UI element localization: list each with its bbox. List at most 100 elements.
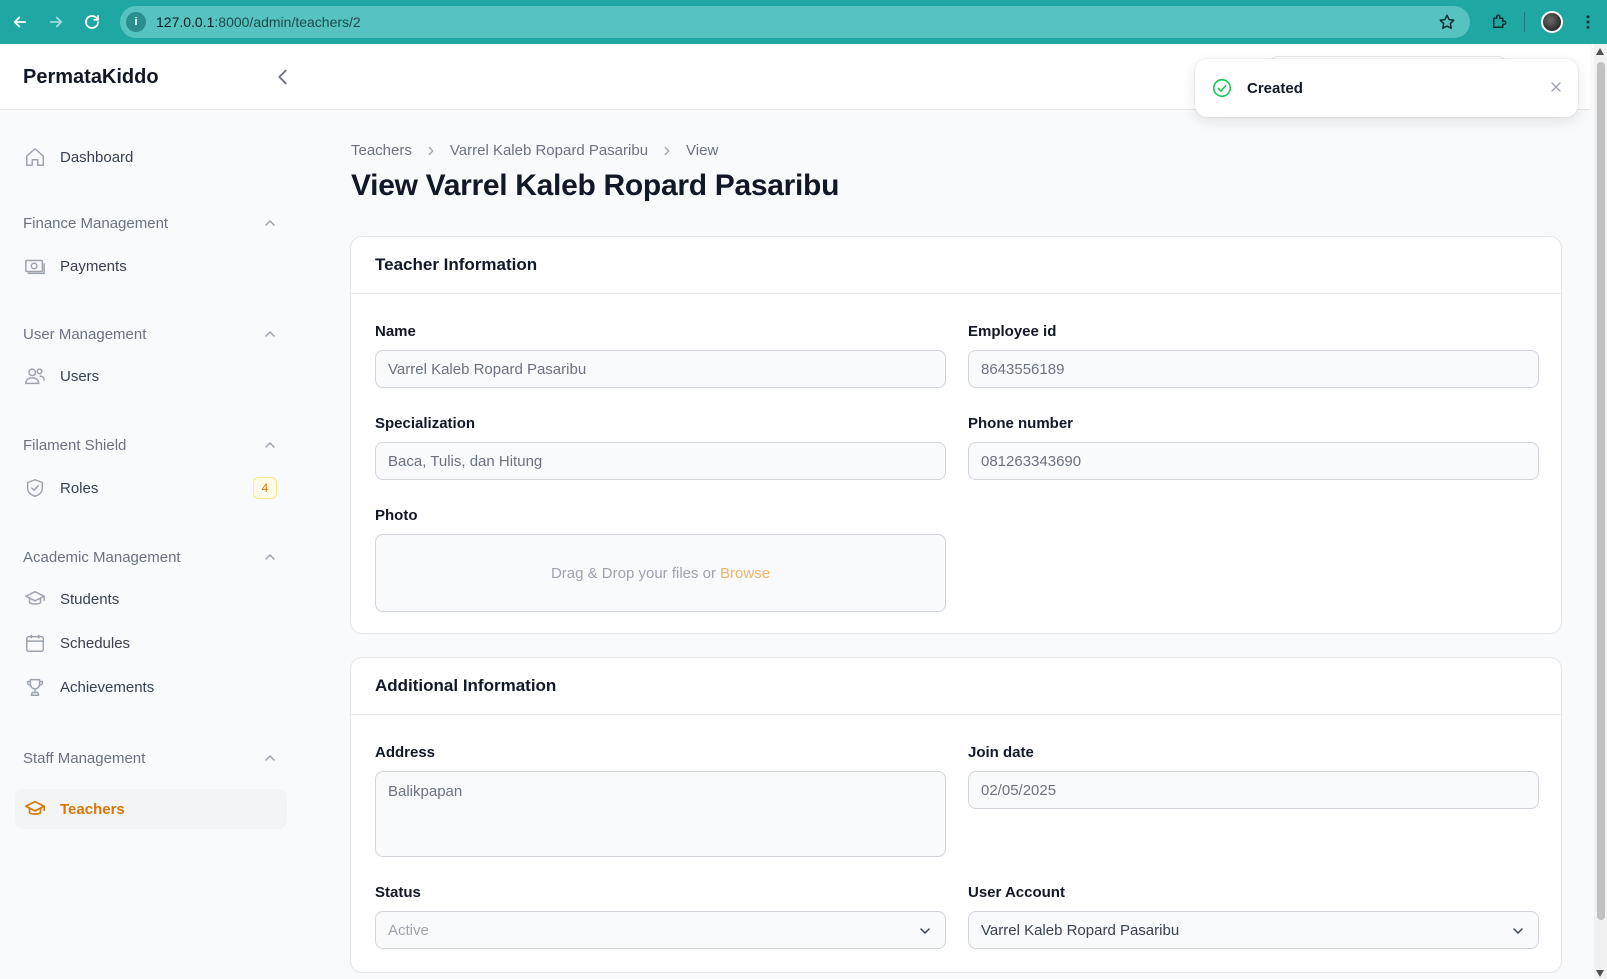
chevron-up-icon[interactable] bbox=[262, 326, 278, 342]
user-account-label: User Account bbox=[968, 884, 1065, 901]
status-select[interactable]: Active bbox=[375, 911, 946, 949]
chevron-down-icon bbox=[1513, 928, 1523, 934]
specialization-label: Specialization bbox=[375, 415, 476, 432]
user-account-value: Varrel Kaleb Ropard Pasaribu bbox=[981, 921, 1180, 939]
specialization-field[interactable]: Baca, Tulis, dan Hitung bbox=[375, 442, 946, 480]
site-info-icon[interactable]: i bbox=[126, 12, 146, 32]
sidebar-item-label: Users bbox=[60, 367, 100, 385]
graduation-cap-icon bbox=[24, 798, 46, 820]
sidebar-item-achievements[interactable]: Achievements bbox=[15, 667, 287, 707]
additional-information-section: Additional Information Address Balikpapa… bbox=[350, 657, 1562, 973]
employee-id-label: Employee id bbox=[968, 323, 1057, 340]
back-icon[interactable] bbox=[2, 4, 38, 40]
kebab-menu-icon[interactable] bbox=[1579, 13, 1597, 31]
address-label: Address bbox=[375, 744, 436, 761]
url-path: :8000/admin/teachers/2 bbox=[214, 14, 361, 30]
photo-dropzone[interactable]: Drag & Drop your files or Browse bbox=[375, 534, 946, 612]
profile-avatar[interactable] bbox=[1541, 11, 1563, 33]
brand-logo[interactable]: PermataKiddo bbox=[23, 66, 159, 89]
sidebar-item-users[interactable]: Users bbox=[15, 356, 287, 396]
group-label-finance[interactable]: Finance Management bbox=[23, 215, 168, 232]
employee-id-field[interactable]: 8643556189 bbox=[968, 350, 1539, 388]
page-scrollbar[interactable] bbox=[1594, 44, 1607, 979]
join-date-label: Join date bbox=[968, 744, 1034, 761]
sidebar-item-teachers[interactable]: Teachers bbox=[15, 789, 287, 829]
chevron-up-icon[interactable] bbox=[262, 750, 278, 766]
browse-link[interactable]: Browse bbox=[720, 565, 770, 582]
sidebar: Dashboard Finance Management Payments Us… bbox=[0, 110, 300, 979]
group-label-staff[interactable]: Staff Management bbox=[23, 750, 145, 767]
phone-number-value: 081263343690 bbox=[981, 452, 1082, 470]
scrollbar-thumb[interactable] bbox=[1597, 62, 1605, 920]
url-host: 127.0.0.1 bbox=[156, 14, 215, 30]
chevron-up-icon[interactable] bbox=[262, 549, 278, 565]
page-title: View Varrel Kaleb Ropard Pasaribu bbox=[351, 169, 840, 202]
breadcrumb-record[interactable]: Varrel Kaleb Ropard Pasaribu bbox=[450, 142, 648, 159]
chevron-up-icon[interactable] bbox=[262, 215, 278, 231]
toast-message: Created bbox=[1247, 79, 1303, 97]
close-icon[interactable] bbox=[1548, 79, 1564, 95]
sidebar-item-label: Schedules bbox=[60, 634, 131, 652]
breadcrumb: Teachers Varrel Kaleb Ropard Pasaribu Vi… bbox=[351, 142, 718, 159]
chevron-up-icon[interactable] bbox=[262, 437, 278, 453]
address-bar[interactable]: i 127.0.0.1:8000/admin/teachers/2 bbox=[120, 6, 1470, 38]
address-textarea[interactable]: Balikpapan bbox=[375, 771, 946, 857]
status-value: Active bbox=[388, 921, 429, 939]
sidebar-item-roles[interactable]: Roles 4 bbox=[15, 468, 287, 508]
sidebar-item-label: Teachers bbox=[60, 800, 125, 818]
section-heading: Teacher Information bbox=[351, 237, 1561, 294]
join-date-field[interactable]: 02/05/2025 bbox=[968, 771, 1539, 809]
sidebar-item-schedules[interactable]: Schedules bbox=[15, 623, 287, 663]
toolbar-divider bbox=[1524, 12, 1525, 32]
sidebar-item-label: Payments bbox=[60, 257, 127, 275]
join-date-value: 02/05/2025 bbox=[981, 781, 1057, 799]
sidebar-item-dashboard[interactable]: Dashboard bbox=[15, 137, 287, 177]
group-label-academic[interactable]: Academic Management bbox=[23, 549, 181, 566]
specialization-value: Baca, Tulis, dan Hitung bbox=[388, 452, 543, 470]
scroll-up-arrow[interactable] bbox=[1596, 48, 1604, 55]
sidebar-item-payments[interactable]: Payments bbox=[15, 246, 287, 286]
phone-number-field[interactable]: 081263343690 bbox=[968, 442, 1539, 480]
forward-icon[interactable] bbox=[38, 4, 74, 40]
section-heading: Additional Information bbox=[351, 658, 1561, 715]
graduation-cap-icon bbox=[24, 588, 46, 610]
home-icon bbox=[24, 146, 46, 168]
roles-count-badge: 4 bbox=[253, 477, 277, 499]
chevron-down-icon bbox=[920, 928, 930, 934]
breadcrumb-teachers[interactable]: Teachers bbox=[351, 142, 412, 159]
breadcrumb-view: View bbox=[686, 142, 719, 159]
phone-number-label: Phone number bbox=[968, 415, 1074, 432]
calendar-icon bbox=[24, 632, 46, 654]
sidebar-item-label: Dashboard bbox=[60, 148, 134, 166]
name-value: Varrel Kaleb Ropard Pasaribu bbox=[388, 360, 587, 378]
group-label-user[interactable]: User Management bbox=[23, 326, 146, 343]
shield-check-icon bbox=[24, 477, 46, 499]
sidebar-item-label: Students bbox=[60, 590, 120, 608]
address-value: Balikpapan bbox=[388, 783, 463, 800]
dropzone-text: Drag & Drop your files or bbox=[550, 564, 717, 582]
user-account-select[interactable]: Varrel Kaleb Ropard Pasaribu bbox=[968, 911, 1539, 949]
bookmark-star-icon[interactable] bbox=[1438, 13, 1456, 31]
sidebar-item-students[interactable]: Students bbox=[15, 579, 287, 619]
photo-label: Photo bbox=[375, 507, 418, 524]
collapse-sidebar-icon[interactable] bbox=[272, 66, 294, 88]
status-label: Status bbox=[375, 884, 421, 901]
browser-toolbar: i 127.0.0.1:8000/admin/teachers/2 bbox=[0, 0, 1607, 44]
chevron-right-icon bbox=[428, 146, 434, 155]
scroll-down-arrow[interactable] bbox=[1596, 970, 1604, 977]
url-text[interactable]: 127.0.0.1:8000/admin/teachers/2 bbox=[156, 14, 361, 30]
group-label-shield[interactable]: Filament Shield bbox=[23, 437, 126, 454]
users-icon bbox=[24, 365, 46, 387]
toast-notification: Created bbox=[1195, 59, 1578, 117]
name-label: Name bbox=[375, 323, 416, 340]
check-circle-icon bbox=[1212, 78, 1232, 98]
teacher-information-section: Teacher Information Name Varrel Kaleb Ro… bbox=[350, 236, 1562, 634]
name-field[interactable]: Varrel Kaleb Ropard Pasaribu bbox=[375, 350, 946, 388]
chevron-right-icon bbox=[664, 146, 670, 155]
extensions-icon[interactable] bbox=[1490, 13, 1508, 31]
banknote-icon bbox=[24, 255, 46, 277]
sidebar-item-label: Roles bbox=[60, 479, 99, 497]
sidebar-item-label: Achievements bbox=[60, 678, 155, 696]
employee-id-value: 8643556189 bbox=[981, 360, 1065, 378]
reload-icon[interactable] bbox=[74, 4, 110, 40]
